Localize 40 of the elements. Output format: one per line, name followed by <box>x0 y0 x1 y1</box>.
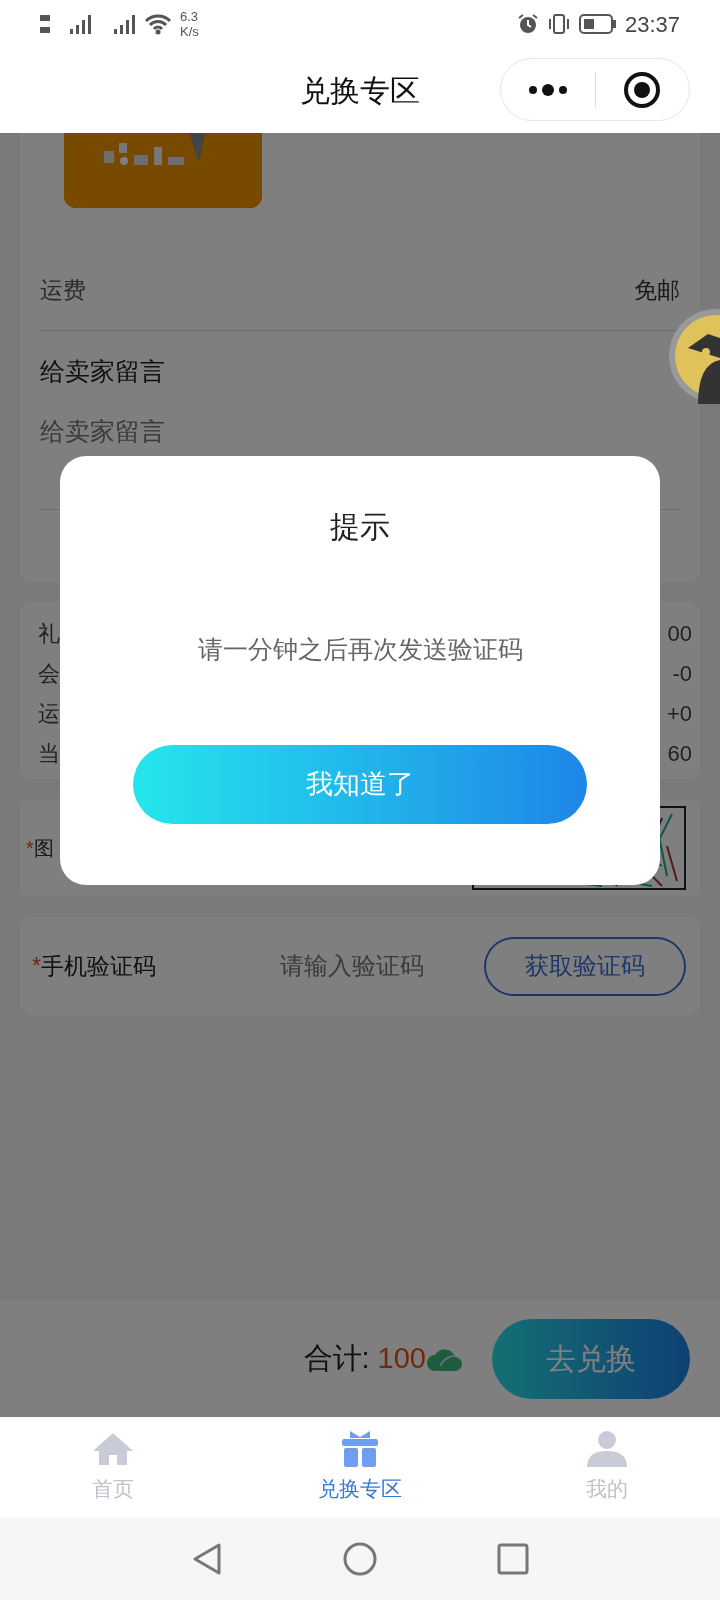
captcha-label: *图 <box>26 836 54 861</box>
total-value: 100 <box>377 1340 426 1376</box>
sms-code-field[interactable]: 请输入验证码 <box>280 948 470 984</box>
summary-value: 00 <box>667 620 692 648</box>
shipping-value: 免邮 <box>634 276 680 306</box>
message-label: 给卖家留言 <box>40 356 166 387</box>
dialog-title: 提示 <box>330 509 390 545</box>
summary-value: +0 <box>666 700 692 728</box>
alarm-icon <box>516 13 539 35</box>
get-code-button[interactable]: 获取验证码 <box>484 936 686 996</box>
avatar-icon[interactable] <box>668 308 720 404</box>
summary-label: 运 <box>38 700 60 728</box>
total-label: 合计: <box>303 1340 370 1376</box>
home-icon[interactable] <box>343 1541 377 1576</box>
summary-label: 当 <box>38 740 60 768</box>
tab-item[interactable]: 首页 <box>0 1417 227 1517</box>
sms-label: *手机验证码 <box>32 951 157 981</box>
summary-value: 60 <box>667 740 692 768</box>
summary-label: 礼 <box>38 620 60 648</box>
network-speed-unit: K/s <box>180 24 199 39</box>
dialog-message: 请一分钟之后再次发送验证码 <box>197 634 523 665</box>
wifi-icon <box>144 13 172 35</box>
vibrate-icon <box>546 13 571 35</box>
more-icon[interactable] <box>527 83 568 96</box>
confirm-button[interactable]: 我知道了 <box>133 744 587 824</box>
tab-item[interactable]: 我的 <box>493 1417 720 1517</box>
summary-label: 会 <box>38 660 60 688</box>
message-field[interactable]: 给卖家留言 <box>40 412 680 450</box>
person-icon <box>584 1429 629 1470</box>
page-title: 兑换专区 <box>300 73 420 109</box>
clock: 23:37 <box>624 10 680 39</box>
summary-value: -0 <box>672 660 692 688</box>
close-icon[interactable] <box>623 70 662 109</box>
shipping-label: 运费 <box>40 276 86 306</box>
battery-icon <box>578 13 617 35</box>
redeem-button[interactable]: 去兑换 <box>492 1318 690 1399</box>
tab-item[interactable]: 兑换专区 <box>226 1417 494 1517</box>
network-speed: 6.3 <box>180 9 199 24</box>
recents-icon[interactable] <box>497 1542 529 1575</box>
back-icon[interactable] <box>191 1541 223 1576</box>
